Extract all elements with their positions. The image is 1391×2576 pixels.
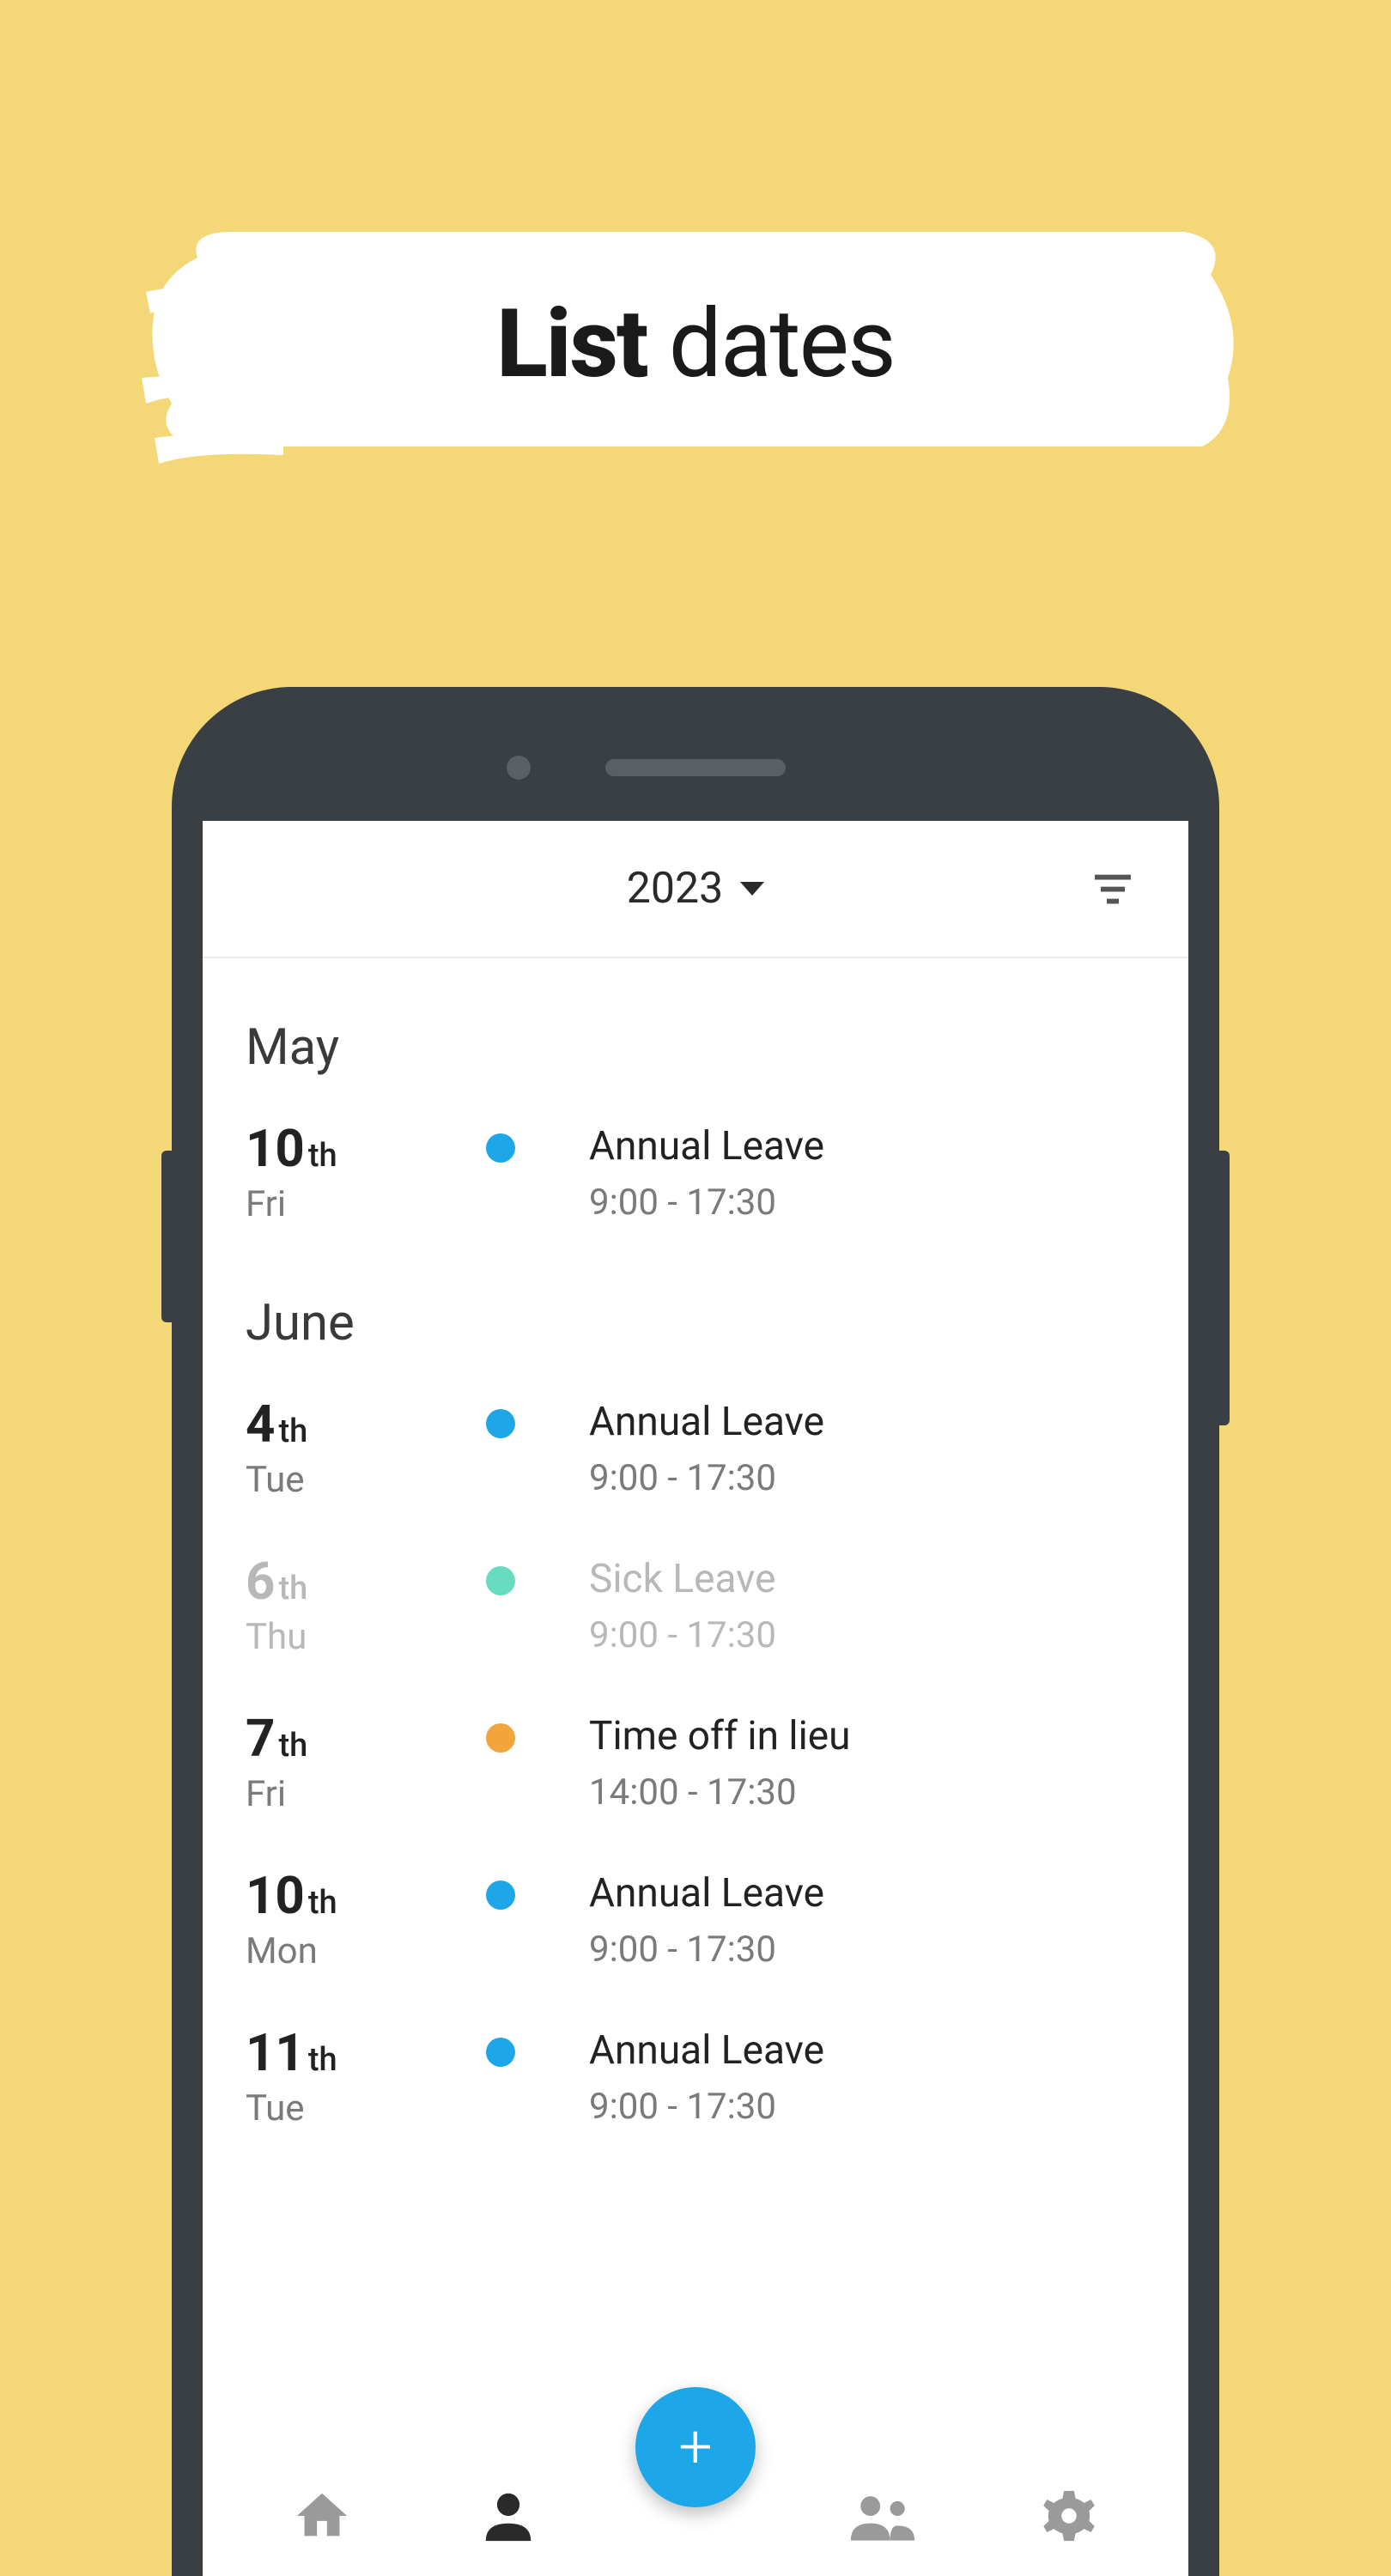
title-bold: List	[496, 289, 647, 399]
category-dot	[486, 1133, 515, 1163]
date-column: 10th Mon	[246, 1870, 486, 1972]
dot-column	[486, 1556, 589, 1595]
phone-speaker	[605, 759, 786, 776]
detail-column: Annual Leave 9:00 - 17:30	[589, 1870, 1145, 1971]
day-of-week: Fri	[246, 1773, 486, 1815]
event-time: 9:00 - 17:30	[589, 1457, 1145, 1499]
month-header: May	[246, 1018, 1145, 1077]
day-number: 10	[246, 1123, 305, 1175]
phone-side-button-right	[1219, 1151, 1230, 1425]
event-row[interactable]: 6th Thu Sick Leave 9:00 - 17:30	[246, 1535, 1145, 1692]
category-dot	[486, 1880, 515, 1910]
year-label: 2023	[627, 864, 723, 914]
title-light: dates	[669, 289, 895, 399]
chevron-down-icon	[740, 882, 764, 896]
phone-side-button-left	[161, 1151, 172, 1322]
category-dot	[486, 1723, 515, 1753]
event-title: Annual Leave	[589, 1399, 1145, 1445]
day-of-week: Tue	[246, 1459, 486, 1501]
month-header: June	[246, 1294, 1145, 1352]
year-selector[interactable]: 2023	[627, 864, 764, 914]
nav-profile[interactable]	[474, 2482, 543, 2550]
dot-column	[486, 1399, 589, 1438]
detail-column: Sick Leave 9:00 - 17:30	[589, 1556, 1145, 1656]
event-row[interactable]: 4th Tue Annual Leave 9:00 - 17:30	[246, 1378, 1145, 1535]
topbar: 2023	[203, 821, 1188, 958]
event-title: Time off in lieu	[589, 1713, 1145, 1759]
day-ordinal: th	[278, 1413, 307, 1450]
detail-column: Annual Leave 9:00 - 17:30	[589, 1123, 1145, 1224]
event-row[interactable]: 10th Fri Annual Leave 9:00 - 17:30	[246, 1103, 1145, 1260]
event-row[interactable]: 10th Mon Annual Leave 9:00 - 17:30	[246, 1850, 1145, 2007]
day-ordinal: th	[308, 1884, 337, 1922]
dot-column	[486, 2027, 589, 2067]
event-row[interactable]: 11th Tue Annual Leave 9:00 - 17:30	[246, 2007, 1145, 2164]
category-dot	[486, 1566, 515, 1595]
event-title: Sick Leave	[589, 1556, 1145, 1602]
gear-icon	[1039, 2486, 1099, 2546]
day-number: 10	[246, 1870, 305, 1922]
person-icon	[478, 2486, 538, 2546]
day-number: 11	[246, 2027, 305, 2079]
event-list[interactable]: May10thFriAnnual Leave9:00 - 17:30June4t…	[203, 958, 1188, 2576]
day-ordinal: th	[308, 1137, 337, 1175]
day-of-week: Thu	[246, 1616, 486, 1658]
event-time: 9:00 - 17:30	[589, 1182, 1145, 1224]
nav-settings[interactable]	[1035, 2482, 1103, 2550]
day-ordinal: th	[308, 2041, 337, 2079]
event-title: Annual Leave	[589, 2027, 1145, 2074]
dot-column	[486, 1713, 589, 1753]
date-column: 11th Tue	[246, 2027, 486, 2129]
event-row[interactable]: 7th Fri Time off in lieu 14:00 - 17:30	[246, 1692, 1145, 1850]
title-banner: List dates	[129, 206, 1262, 481]
day-number: 4	[246, 1399, 275, 1450]
filter-icon	[1089, 865, 1137, 913]
plus-icon: +	[678, 2417, 713, 2477]
app-screen: 2023 May10thFriAnnual Leave9:00 - 17:30J…	[203, 821, 1188, 2576]
day-ordinal: th	[278, 1570, 307, 1607]
detail-column: Annual Leave 9:00 - 17:30	[589, 1399, 1145, 1499]
event-title: Annual Leave	[589, 1870, 1145, 1917]
event-title: Annual Leave	[589, 1123, 1145, 1170]
date-column: 10th Fri	[246, 1123, 486, 1225]
filter-button[interactable]	[1089, 865, 1137, 913]
event-time: 14:00 - 17:30	[589, 1771, 1145, 1814]
phone-mockup: 2023 May10thFriAnnual Leave9:00 - 17:30J…	[172, 687, 1219, 2576]
day-number: 7	[246, 1713, 275, 1765]
dot-column	[486, 1870, 589, 1910]
phone-camera	[507, 756, 531, 780]
event-time: 9:00 - 17:30	[589, 1929, 1145, 1971]
detail-column: Annual Leave 9:00 - 17:30	[589, 2027, 1145, 2128]
date-column: 7th Fri	[246, 1713, 486, 1815]
people-icon	[848, 2486, 917, 2546]
day-of-week: Mon	[246, 1930, 486, 1972]
category-dot	[486, 1409, 515, 1438]
category-dot	[486, 2038, 515, 2067]
page-title: List dates	[496, 289, 895, 399]
date-column: 6th Thu	[246, 1556, 486, 1658]
day-of-week: Tue	[246, 2087, 486, 2129]
home-icon	[292, 2486, 352, 2546]
dot-column	[486, 1123, 589, 1163]
nav-team[interactable]	[848, 2482, 917, 2550]
event-time: 9:00 - 17:30	[589, 1614, 1145, 1656]
day-of-week: Fri	[246, 1183, 486, 1225]
day-ordinal: th	[278, 1727, 307, 1765]
nav-home[interactable]	[288, 2482, 356, 2550]
add-button[interactable]: +	[635, 2387, 756, 2507]
day-number: 6	[246, 1556, 275, 1607]
event-time: 9:00 - 17:30	[589, 2086, 1145, 2128]
detail-column: Time off in lieu 14:00 - 17:30	[589, 1713, 1145, 1814]
date-column: 4th Tue	[246, 1399, 486, 1501]
